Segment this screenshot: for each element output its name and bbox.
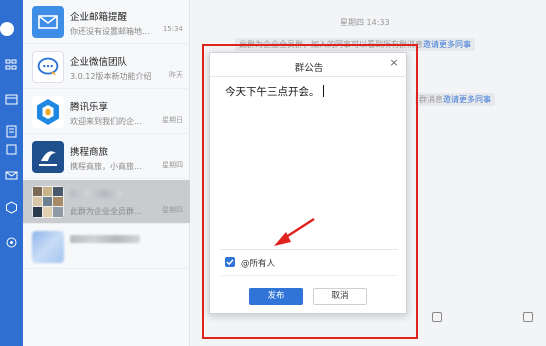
dialog-title: 群公告 bbox=[294, 63, 324, 74]
message-timestamp: 星期四 14:33 bbox=[340, 18, 390, 27]
settings-icon[interactable] bbox=[3, 235, 19, 249]
close-icon[interactable]: × bbox=[388, 57, 400, 69]
blurred-group-name bbox=[70, 190, 122, 198]
toolbar-image-icon[interactable] bbox=[432, 312, 442, 322]
group-avatar bbox=[32, 186, 64, 218]
profile-avatar[interactable] bbox=[0, 22, 14, 36]
blurred-avatar bbox=[32, 231, 64, 263]
workbench-icon[interactable] bbox=[3, 124, 19, 138]
conversation-name: 腾讯乐享 bbox=[70, 102, 109, 113]
conversation-item-blurred[interactable] bbox=[23, 225, 190, 269]
conversation-item-mail-reminder[interactable]: 企业邮箱提醒 你还没有设置邮箱地... 15:34 bbox=[23, 0, 190, 44]
blurred-conversation-name bbox=[70, 235, 140, 243]
text-caret bbox=[322, 85, 324, 97]
conversation-time: 15:34 bbox=[162, 25, 183, 33]
dialog-divider bbox=[210, 76, 408, 77]
conversation-time: 星期日 bbox=[162, 116, 183, 124]
invite-colleagues-link[interactable]: 邀请更多同事 bbox=[423, 40, 471, 49]
dialog-divider bbox=[220, 275, 398, 276]
conversation-preview: 携程商旅，小商旅... bbox=[70, 162, 142, 171]
conversation-list: 企业邮箱提醒 你还没有设置邮箱地... 15:34 企业微信团队 3.0.12版… bbox=[23, 0, 190, 346]
conversation-name: 企业邮箱提醒 bbox=[70, 12, 128, 23]
lexiang-avatar bbox=[32, 96, 64, 128]
conversation-name: 企业微信团队 bbox=[70, 57, 128, 68]
conversation-item-company-group[interactable]: 此群为企业全员群... 星期四 bbox=[23, 180, 190, 224]
mention-all-checkbox[interactable] bbox=[225, 257, 235, 267]
ctrip-avatar bbox=[32, 141, 64, 173]
wecom-team-avatar bbox=[32, 51, 64, 83]
contacts-icon[interactable] bbox=[3, 57, 19, 71]
checkmark-icon bbox=[226, 259, 234, 266]
announcement-text: 今天下午三点开会。 bbox=[225, 86, 320, 98]
conversation-time: 星期四 bbox=[162, 161, 183, 169]
calendar-icon[interactable] bbox=[3, 92, 19, 106]
mention-all-label: @所有人 bbox=[241, 259, 276, 269]
publish-button[interactable]: 发布 bbox=[249, 288, 303, 305]
toolbar-screenshot-icon[interactable] bbox=[523, 312, 533, 322]
documents-icon[interactable] bbox=[3, 142, 19, 156]
hexagon-app-icon[interactable] bbox=[3, 200, 19, 214]
left-nav-rail bbox=[0, 0, 23, 346]
conversation-preview: 此群为企业全员群... bbox=[70, 207, 142, 216]
mail-icon[interactable] bbox=[3, 168, 19, 182]
cancel-button[interactable]: 取消 bbox=[313, 288, 367, 305]
conversation-item-lexiang[interactable]: 腾讯乐享 欢迎来到我们的企... 星期日 bbox=[23, 90, 190, 134]
conversation-preview: 欢迎来到我们的企... bbox=[70, 117, 142, 126]
invite-colleagues-link[interactable]: 邀请更多同事 bbox=[443, 95, 491, 104]
conversation-item-ctrip[interactable]: 携程商旅 携程商旅，小商旅... 星期四 bbox=[23, 135, 190, 179]
conversation-preview: 你还没有设置邮箱地... bbox=[70, 27, 150, 36]
conversation-name: 携程商旅 bbox=[70, 147, 109, 158]
conversation-item-wecom-team[interactable]: 企业微信团队 3.0.12版本新功能介绍 昨天 bbox=[23, 45, 190, 89]
dialog-divider bbox=[220, 249, 398, 250]
announcement-editor[interactable]: 今天下午三点开会。 bbox=[225, 84, 324, 99]
conversation-time: 星期四 bbox=[162, 206, 183, 214]
system-message-text: 群消息 bbox=[419, 95, 443, 104]
group-announcement-dialog: 群公告 × 今天下午三点开会。 @所有人 发布 取消 bbox=[209, 52, 408, 314]
conversation-time: 昨天 bbox=[169, 71, 183, 79]
conversation-preview: 3.0.12版本新功能介绍 bbox=[70, 72, 152, 81]
system-message-partial: 群消息邀请更多同事 bbox=[415, 93, 495, 106]
mail-avatar bbox=[32, 6, 64, 38]
